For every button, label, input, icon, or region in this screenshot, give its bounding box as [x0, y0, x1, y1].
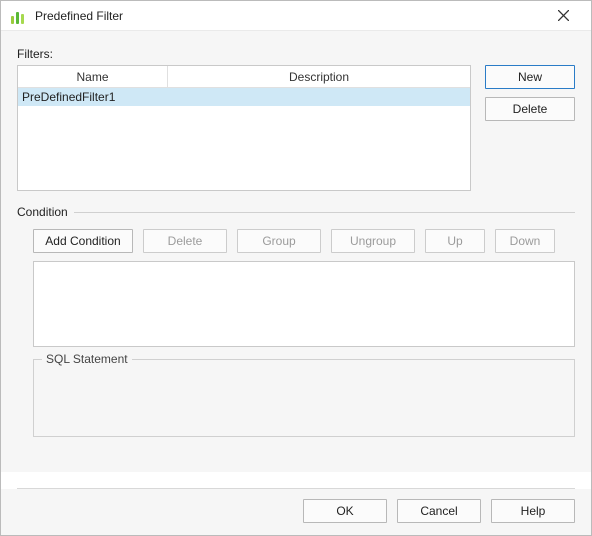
add-condition-button[interactable]: Add Condition	[33, 229, 133, 253]
condition-section-header: Condition	[17, 205, 575, 219]
filters-side-buttons: New Delete	[485, 65, 575, 121]
close-button[interactable]	[543, 2, 583, 30]
table-header: Name Description	[18, 66, 470, 88]
col-header-name[interactable]: Name	[18, 66, 168, 88]
help-button[interactable]: Help	[491, 499, 575, 523]
down-button[interactable]: Down	[495, 229, 555, 253]
group-button[interactable]: Group	[237, 229, 321, 253]
up-button[interactable]: Up	[425, 229, 485, 253]
window-title: Predefined Filter	[35, 9, 543, 23]
titlebar: Predefined Filter	[1, 1, 591, 31]
col-header-description[interactable]: Description	[168, 66, 470, 88]
app-icon	[11, 8, 27, 24]
dialog-footer: OK Cancel Help	[1, 489, 591, 535]
ungroup-button[interactable]: Ungroup	[331, 229, 415, 253]
dialog-content: Filters: Name Description PreDefinedFilt…	[1, 31, 591, 472]
filters-label: Filters:	[17, 47, 575, 61]
condition-toolbar: Add Condition Delete Group Ungroup Up Do…	[17, 229, 575, 253]
sql-statement-label: SQL Statement	[42, 352, 132, 366]
table-row[interactable]: PreDefinedFilter1	[18, 88, 470, 106]
section-divider	[74, 212, 575, 213]
condition-label: Condition	[17, 205, 68, 219]
cell-name: PreDefinedFilter1	[18, 90, 168, 104]
ok-button[interactable]: OK	[303, 499, 387, 523]
delete-condition-button[interactable]: Delete	[143, 229, 227, 253]
sql-statement-fieldset: SQL Statement	[33, 359, 575, 437]
close-icon	[558, 10, 569, 21]
filters-table[interactable]: Name Description PreDefinedFilter1	[17, 65, 471, 191]
filters-row: Name Description PreDefinedFilter1 New D…	[17, 65, 575, 191]
delete-filter-button[interactable]: Delete	[485, 97, 575, 121]
new-button[interactable]: New	[485, 65, 575, 89]
condition-list[interactable]	[33, 261, 575, 347]
cancel-button[interactable]: Cancel	[397, 499, 481, 523]
